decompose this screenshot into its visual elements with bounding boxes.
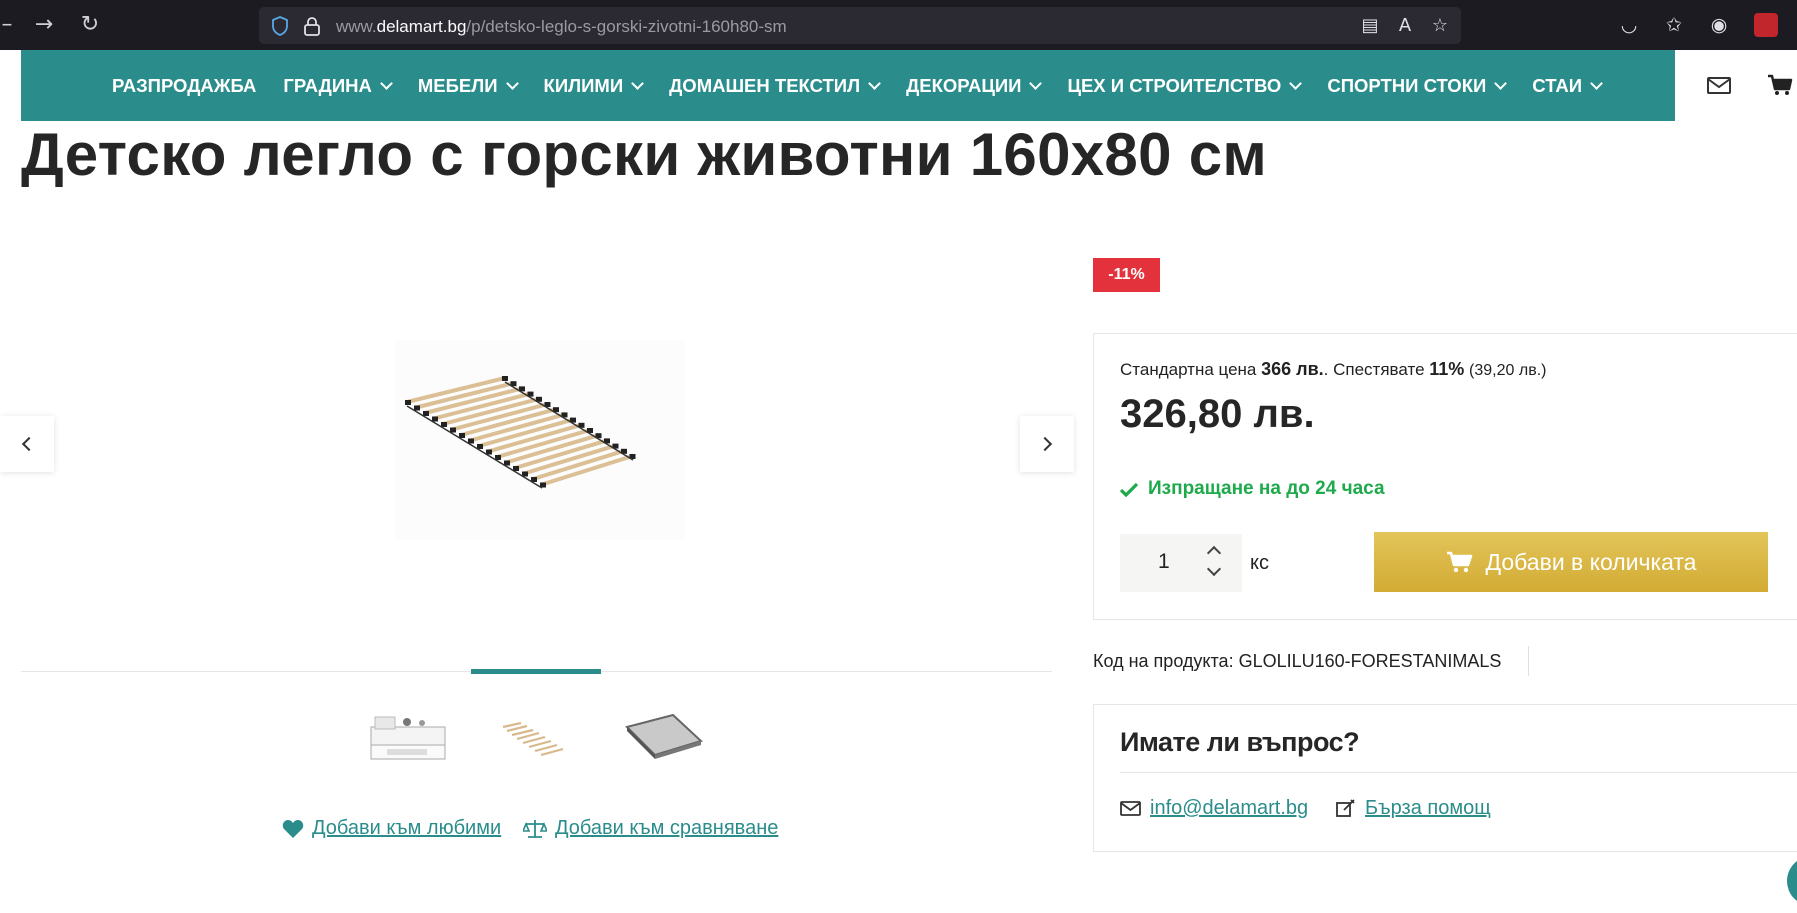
scale-icon	[523, 819, 547, 838]
gallery-next-button[interactable]	[1020, 416, 1074, 472]
nav-item-label: ГРАДИНА	[283, 74, 372, 96]
thumbnail-slats[interactable]	[497, 705, 571, 767]
main-navigation: РАЗПРОДАЖБА ГРАДИНА МЕБЕЛИ КИЛИМИ ДОМАШЕН ТЕ…	[21, 50, 1675, 121]
standard-price-label: Стандартна цена	[1120, 360, 1257, 379]
chevron-down-icon	[1494, 76, 1508, 90]
standard-price-line: Стандартна цена 366 лв.. Спестявате 11% …	[1120, 359, 1546, 380]
question-divider	[1120, 772, 1797, 773]
chat-widget-button[interactable]	[1787, 856, 1797, 906]
chevron-down-icon[interactable]	[1206, 561, 1222, 577]
save-amount: (39,20 лв.)	[1469, 362, 1547, 379]
chevron-right-icon	[1037, 436, 1053, 452]
chevron-up-icon[interactable]	[1206, 545, 1222, 561]
cart-icon	[1446, 551, 1472, 573]
addon-icon[interactable]	[1754, 13, 1778, 37]
nav-item-label: КИЛИМИ	[543, 74, 624, 96]
nav-item-5[interactable]: ДЕКОРАЦИИ	[906, 74, 1043, 97]
nav-actions	[1675, 50, 1797, 121]
save-label: Спестявате	[1333, 360, 1425, 379]
nav-item-6[interactable]: ЦЕХ И СТРОИТЕЛСТВО	[1067, 74, 1303, 97]
url-text: www.delamart.bg/p/detsko-leglo-s-gorski-…	[336, 17, 787, 36]
shipping-info: Изпращане на до 24 часа	[1120, 478, 1385, 500]
nav-item-label: СПОРТНИ СТОКИ	[1327, 74, 1487, 96]
chevron-down-icon	[868, 76, 881, 90]
nav-item-label: МЕБЕЛИ	[417, 74, 498, 96]
product-code-label: Код на продукта:	[1093, 651, 1234, 671]
bookmark-star-icon[interactable]: ☆	[1429, 15, 1451, 37]
quantity-unit: кс	[1250, 552, 1269, 574]
extensions-icon[interactable]: ✩	[1661, 12, 1687, 38]
nav-list: РАЗПРОДАЖБА ГРАДИНА МЕБЕЛИ КИЛИМИ ДОМАШЕН ТЕ…	[112, 50, 1628, 121]
forward-arrow-icon[interactable]: →	[31, 12, 57, 38]
chevron-down-icon	[380, 76, 393, 90]
nav-item-3[interactable]: КИЛИМИ	[543, 74, 644, 97]
nav-item-label: ДОМАШЕН ТЕКСТИЛ	[669, 74, 861, 96]
quantity-value[interactable]: 1	[1158, 550, 1170, 574]
nav-item-label: ЦЕХ И СТРОИТЕЛСТВО	[1067, 74, 1282, 96]
add-to-favorites-link[interactable]: Добави към любими	[282, 817, 501, 840]
standard-price-value: 366 лв.	[1261, 359, 1324, 379]
account-icon[interactable]: ◉	[1706, 12, 1732, 38]
price-box: Стандартна цена 366 лв.. Спестявате 11% …	[1093, 333, 1797, 620]
pocket-icon[interactable]: ◡	[1616, 12, 1642, 38]
nav-item-0[interactable]: РАЗПРОДАЖБА	[112, 75, 256, 97]
quick-help-label: Бърза помощ	[1365, 797, 1491, 819]
chevron-down-icon	[1029, 76, 1043, 90]
chevron-left-icon	[21, 436, 37, 452]
thumbnail-bed[interactable]	[367, 705, 449, 767]
quantity-stepper[interactable]: 1	[1120, 534, 1242, 592]
nav-item-1[interactable]: ГРАДИНА	[283, 74, 393, 97]
sku-separator	[1528, 646, 1529, 676]
add-to-cart-label: Добави в количката	[1485, 548, 1697, 575]
product-code: Код на продукта: GLOLILU160-FORESTANIMAL…	[1093, 651, 1501, 672]
heart-icon	[282, 819, 304, 838]
standard-price-suffix: .	[1323, 360, 1329, 379]
save-percent: 11%	[1429, 359, 1465, 379]
mail-icon	[1120, 801, 1141, 816]
discount-badge: -11%	[1093, 258, 1160, 292]
nav-item-8[interactable]: СТАИ	[1532, 74, 1603, 97]
chevron-down-icon	[631, 76, 644, 90]
back-arrow-icon[interactable]: –	[0, 12, 20, 38]
translate-icon[interactable]: A	[1394, 15, 1416, 37]
add-to-compare-link[interactable]: Добави към сравняване	[523, 817, 778, 840]
shipping-label: Изпращане на до 24 часа	[1148, 478, 1385, 499]
nav-item-4[interactable]: ДОМАШЕН ТЕКСТИЛ	[669, 74, 881, 97]
add-to-compare-label: Добави към сравняване	[555, 817, 779, 839]
add-to-favorites-label: Добави към любими	[312, 817, 502, 839]
mail-icon[interactable]	[1705, 72, 1733, 98]
nav-item-label: РАЗПРОДАЖБА	[112, 74, 257, 96]
shield-icon	[272, 16, 288, 36]
thumbnail-mattress[interactable]	[623, 705, 705, 767]
nav-item-7[interactable]: СПОРТНИ СТОКИ	[1327, 74, 1508, 97]
cart-icon[interactable]	[1766, 72, 1794, 98]
chevron-down-icon	[1289, 76, 1303, 90]
lock-icon	[304, 17, 320, 36]
nav-item-2[interactable]: МЕБЕЛИ	[417, 74, 519, 97]
reload-icon[interactable]: ↻	[77, 12, 103, 38]
question-title: Имате ли въпрос?	[1120, 727, 1360, 757]
quick-help-link[interactable]: Бърза помощ	[1336, 797, 1491, 820]
product-main-image	[395, 340, 685, 540]
chevron-down-icon	[505, 76, 519, 90]
gallery-active-indicator	[471, 669, 601, 674]
product-title: Детско легло с горски животни 160x80 см	[21, 121, 1268, 188]
reader-view-icon[interactable]: ▤	[1359, 15, 1381, 37]
check-icon	[1120, 482, 1138, 497]
current-price: 326,80 лв.	[1120, 392, 1315, 436]
edit-icon	[1336, 799, 1355, 817]
nav-item-label: ДЕКОРАЦИИ	[906, 74, 1022, 96]
question-box: Имате ли въпрос? info@delamart.bg Бърза …	[1093, 704, 1797, 852]
email-link[interactable]: info@delamart.bg	[1120, 797, 1308, 820]
address-bar[interactable]: www.delamart.bg/p/detsko-leglo-s-gorski-…	[259, 7, 1461, 44]
product-code-value: GLOLILU160-FORESTANIMALS	[1238, 651, 1502, 671]
browser-toolbar: – → ↻ www.delamart.bg/p/detsko-leglo-s-g…	[0, 0, 1797, 50]
nav-item-label: СТАИ	[1532, 74, 1582, 96]
chevron-down-icon	[1590, 76, 1603, 90]
email-label: info@delamart.bg	[1150, 797, 1309, 819]
gallery-prev-button[interactable]	[0, 416, 54, 472]
add-to-cart-button[interactable]: Добави в количката	[1374, 532, 1768, 592]
